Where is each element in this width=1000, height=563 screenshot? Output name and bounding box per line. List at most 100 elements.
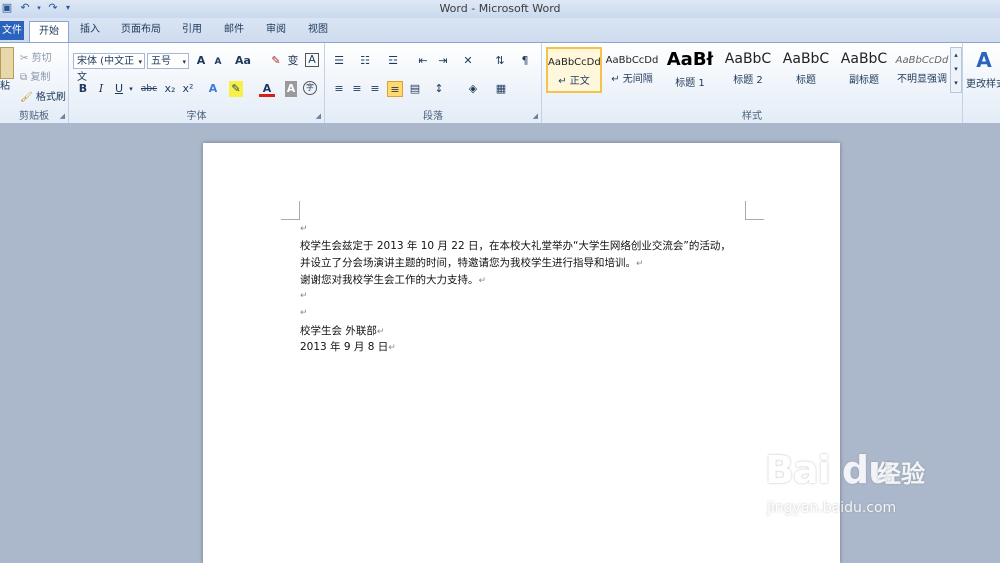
clipboard-group-label: 剪贴板: [19, 111, 49, 122]
enclose-characters-icon[interactable]: 字: [303, 81, 317, 95]
watermark-brand: Bai du: [765, 448, 895, 492]
character-border-icon[interactable]: A: [305, 53, 319, 67]
doc-line: ↵: [300, 306, 308, 318]
style-name: ↵ 无间隔: [611, 74, 653, 85]
tab-review[interactable]: 审阅: [258, 20, 294, 40]
margin-corner-mark: [281, 201, 300, 220]
bold-button[interactable]: B: [75, 81, 91, 97]
document-page[interactable]: ↵ 校学生会兹定于 2013 年 10 月 22 日，在本校大礼堂举办“大学生网…: [203, 143, 840, 563]
font-name-combo[interactable]: 宋体 (中文正文 ▾: [73, 53, 145, 83]
paragraph-group-label: 段落: [423, 111, 443, 122]
distributed-icon[interactable]: ▤: [407, 81, 423, 97]
watermark-url: jingyan.baidu.com: [767, 500, 897, 516]
baidu-jingyan-watermark: Bai du 经验 jingyan.baidu.com: [765, 440, 945, 525]
clear-format-icon[interactable]: ✎: [268, 53, 284, 69]
style-name: 标题 2: [733, 75, 763, 86]
paste-button[interactable]: 粘: [0, 77, 10, 92]
chevron-down-icon: ▾: [138, 58, 142, 66]
shrink-font-icon[interactable]: A: [210, 54, 226, 70]
font-color-icon[interactable]: A: [259, 81, 275, 97]
style-heading-1[interactable]: AaBł 标题 1: [662, 47, 718, 93]
style-name: 副标题: [849, 75, 879, 86]
tab-file[interactable]: 文件: [0, 21, 24, 40]
cut-label: 剪切: [31, 53, 52, 64]
character-shading-icon[interactable]: A: [285, 81, 297, 97]
style-heading-2[interactable]: AaBbC 标题 2: [720, 47, 776, 93]
superscript-button[interactable]: x²: [180, 81, 196, 97]
style-normal[interactable]: AaBbCcDd ↵ 正文: [546, 47, 602, 93]
tab-insert[interactable]: 插入: [72, 20, 108, 40]
cut-button[interactable]: ✂ 剪切: [20, 49, 52, 64]
style-subtle-emphasis[interactable]: AaBbCcDd 不明显强调: [894, 47, 950, 93]
font-size-combo[interactable]: 五号 ▾: [147, 53, 189, 69]
multilevel-list-icon[interactable]: ☲: [385, 53, 401, 69]
dialog-launcher-icon[interactable]: ◢: [316, 112, 321, 120]
chinese-layout-icon[interactable]: ✕: [460, 53, 476, 69]
style-name: 标题: [796, 75, 816, 86]
doc-line: 校学生会兹定于 2013 年 10 月 22 日，在本校大礼堂举办“大学生网络创…: [300, 240, 731, 252]
borders-icon[interactable]: ▦: [493, 81, 509, 97]
shading-icon[interactable]: ◈: [465, 81, 481, 97]
paste-icon[interactable]: [0, 47, 14, 79]
font-name-value: 宋体 (中文正文: [77, 56, 135, 83]
window-title: Word - Microsoft Word: [439, 2, 561, 15]
change-case-icon[interactable]: Aa: [233, 53, 253, 69]
decrease-indent-icon[interactable]: ⇤: [415, 53, 431, 69]
justify-icon[interactable]: ≡: [387, 81, 403, 97]
dialog-launcher-icon[interactable]: ◢: [533, 112, 538, 120]
font-group: 宋体 (中文正文 ▾ 五号 ▾ A A Aa ✎ 变 A B I U ▾ abc x…: [69, 43, 325, 123]
tab-references[interactable]: 引用: [174, 20, 210, 40]
tab-view[interactable]: 视图: [300, 20, 336, 40]
scissors-icon: ✂: [20, 53, 29, 64]
tab-home[interactable]: 开始: [29, 21, 69, 42]
text-effects-icon[interactable]: A: [205, 81, 221, 97]
style-sample: AaBbC: [840, 51, 888, 67]
numbering-icon[interactable]: ☷: [357, 53, 373, 69]
style-no-spacing[interactable]: AaBbCcDd ↵ 无间隔: [604, 47, 660, 93]
style-sample: AaBbC: [724, 51, 772, 67]
sort-icon[interactable]: ⇅: [492, 53, 508, 69]
change-styles-button[interactable]: 更改样式: [966, 75, 1000, 90]
change-styles-icon[interactable]: A: [973, 47, 995, 73]
increase-indent-icon[interactable]: ⇥: [435, 53, 451, 69]
style-sample: AaBbCcDd: [605, 55, 659, 66]
ribbon: 粘 ✂ 剪切 ⧉ 复制 🖌 格式刷 剪贴板 ◢ 宋体 (中文正文 ▾ 五号 ▾ A …: [0, 42, 1000, 124]
margin-corner-mark: [745, 201, 764, 220]
style-title[interactable]: AaBbC 标题: [778, 47, 834, 93]
copy-icon: ⧉: [20, 72, 28, 83]
styles-scroll[interactable]: ▴ ▾ ▾: [950, 47, 962, 93]
subscript-button[interactable]: x₂: [162, 81, 178, 97]
doc-line: ↵: [300, 222, 308, 234]
align-center-icon[interactable]: ≡: [349, 81, 365, 97]
style-name: ↵ 正文: [558, 76, 590, 87]
chevron-down-icon: ▾: [182, 58, 186, 66]
format-painter-button[interactable]: 🖌 格式刷: [20, 88, 66, 103]
ribbon-tabs: 文件 开始 插入 页面布局 引用 邮件 审阅 视图: [0, 18, 1000, 42]
tab-mailings[interactable]: 邮件: [216, 20, 252, 40]
font-size-value: 五号: [151, 56, 171, 67]
underline-button[interactable]: U: [111, 81, 127, 97]
copy-button[interactable]: ⧉ 复制: [20, 68, 50, 83]
chevron-down-icon[interactable]: ▾: [127, 81, 135, 97]
doc-line: ↵: [300, 289, 308, 301]
doc-line: 校学生会 外联部↵: [300, 325, 385, 337]
paragraph-mark-icon: ↵: [376, 327, 385, 337]
style-sample: AaBbCcDd: [895, 55, 949, 66]
italic-button[interactable]: I: [93, 81, 109, 97]
phonetic-guide-icon[interactable]: 变: [285, 53, 301, 69]
style-subtitle[interactable]: AaBbC 副标题: [836, 47, 892, 93]
align-right-icon[interactable]: ≡: [367, 81, 383, 97]
clipboard-group: 粘 ✂ 剪切 ⧉ 复制 🖌 格式刷 剪贴板 ◢: [0, 43, 69, 123]
show-marks-icon[interactable]: ¶: [517, 53, 533, 69]
strikethrough-button[interactable]: abc: [139, 81, 159, 97]
doc-line: 2013 年 9 月 8 日↵: [300, 341, 396, 353]
style-name: 不明显强调: [897, 74, 947, 85]
line-spacing-icon[interactable]: ↕: [431, 81, 447, 97]
highlight-icon[interactable]: ✎: [229, 81, 243, 97]
align-left-icon[interactable]: ≡: [331, 81, 347, 97]
grow-font-icon[interactable]: A: [193, 53, 209, 69]
style-sample: AaBł: [666, 49, 714, 70]
dialog-launcher-icon[interactable]: ◢: [60, 112, 65, 120]
tab-page-layout[interactable]: 页面布局: [114, 20, 168, 40]
bullets-icon[interactable]: ☰: [331, 53, 347, 69]
